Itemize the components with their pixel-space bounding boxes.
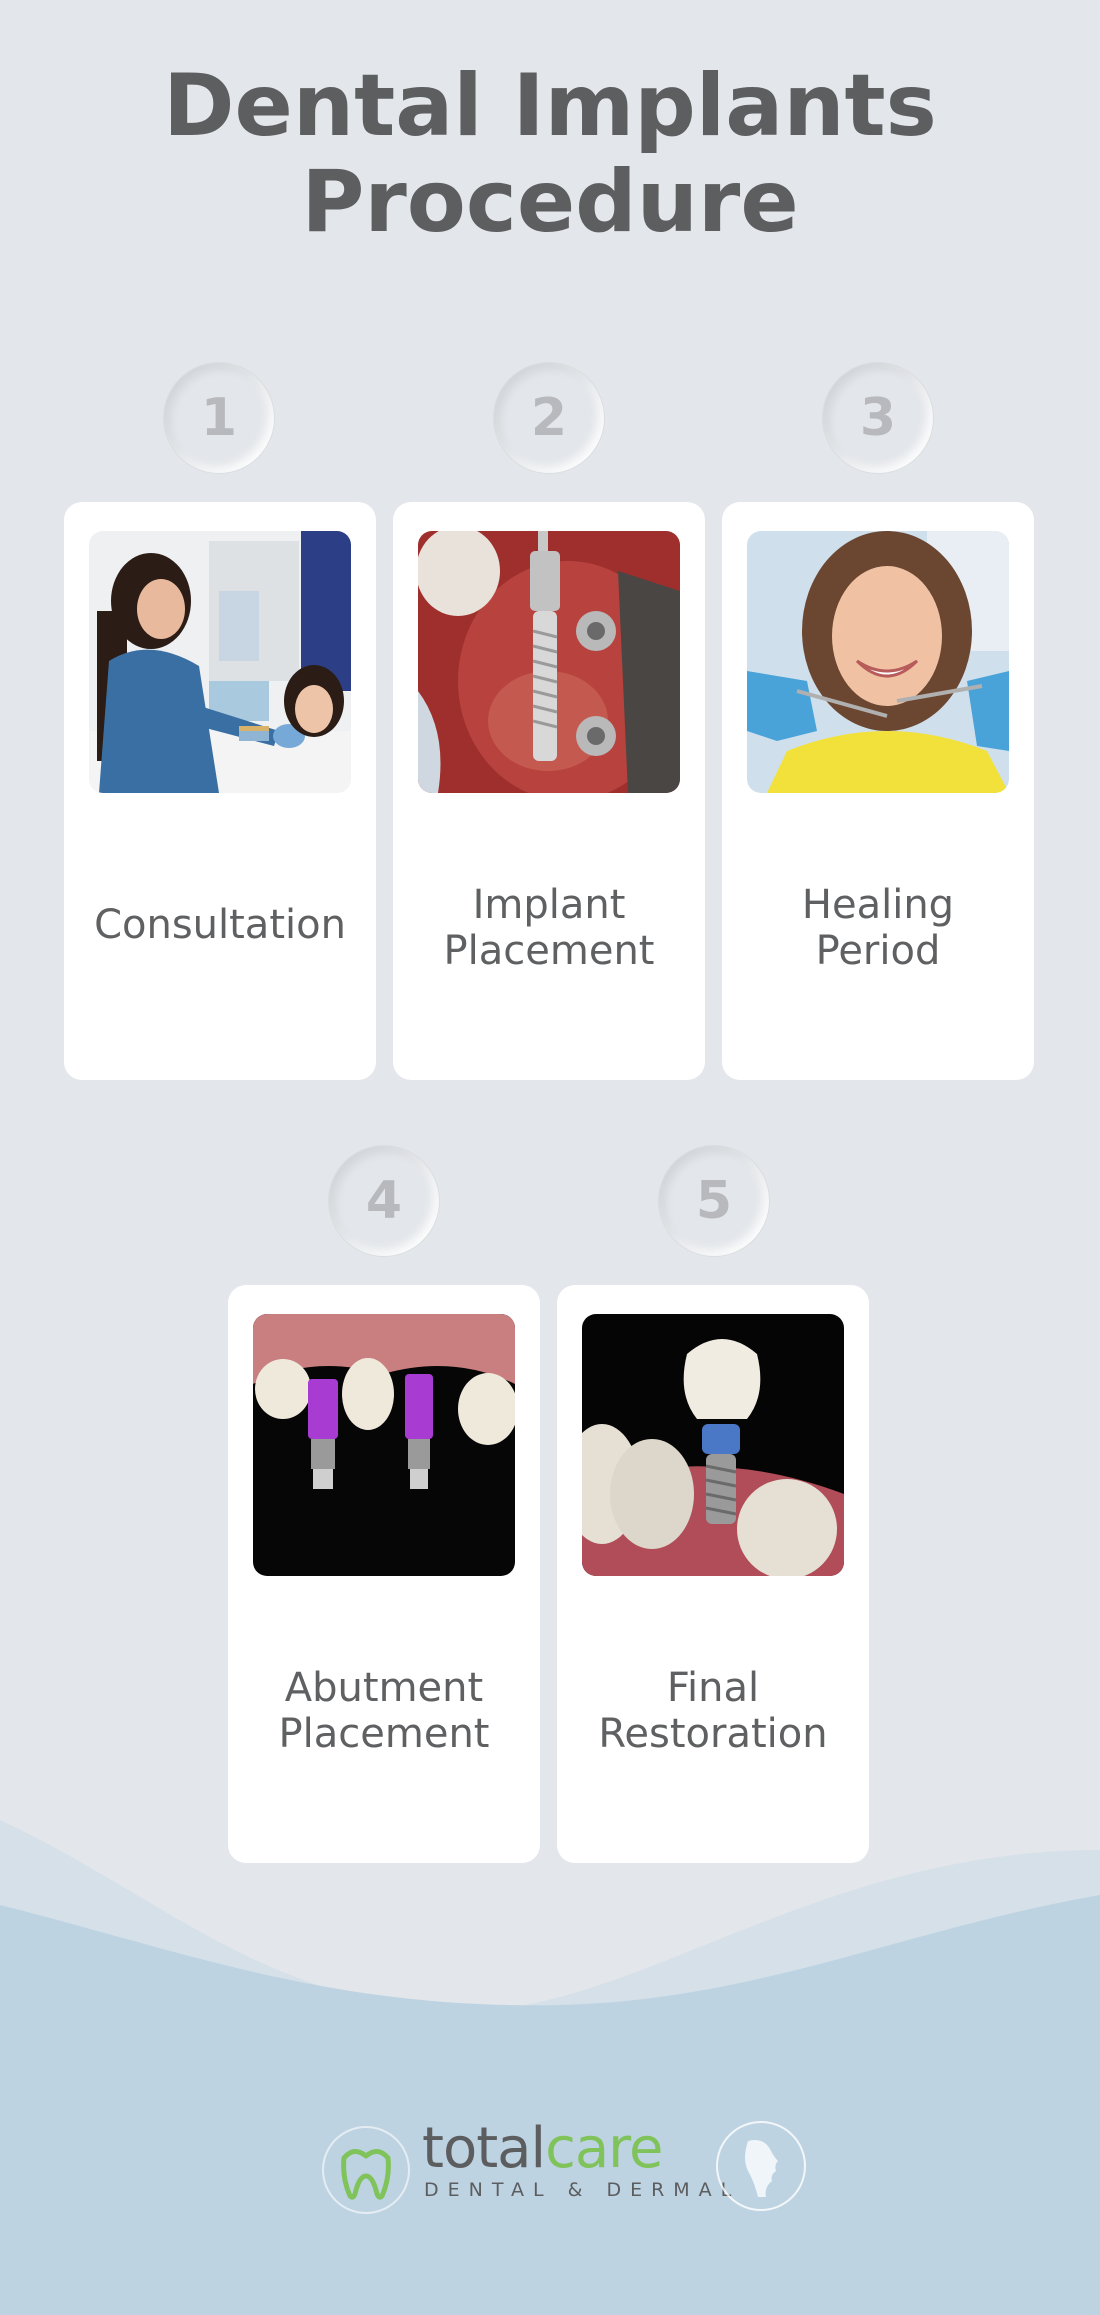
title-line-2: Procedure: [301, 152, 799, 252]
step-number-1: 1: [164, 363, 274, 473]
title-line-1: Dental Implants: [163, 56, 937, 156]
background-waves: [0, 1820, 1100, 2315]
brand-logo: totalcare DENTAL & DERMAL: [318, 2115, 808, 2215]
step-number-3: 3: [823, 363, 933, 473]
step-card-healing-period: Healing Period: [722, 502, 1034, 1080]
step-card-implant-placement: Implant Placement: [393, 502, 705, 1080]
abutments-on-implants-photo: [253, 1314, 515, 1576]
brand-name: totalcare: [422, 2116, 663, 2181]
step-number-2: 2: [494, 363, 604, 473]
page-title: Dental Implants Procedure: [0, 58, 1100, 250]
step-card-consultation: Consultation: [64, 502, 376, 1080]
smiling-patient-photo: [747, 531, 1009, 793]
brand-tagline: DENTAL & DERMAL: [424, 2179, 741, 2201]
step-label-final-restoration: Final Restoration: [598, 1665, 828, 1757]
tooth-icon: [322, 2126, 410, 2214]
crown-on-implant-render: [582, 1314, 844, 1576]
step-card-final-restoration: Final Restoration: [557, 1285, 869, 1863]
step-label-healing-period: Healing Period: [801, 882, 955, 974]
face-profile-icon: [716, 2121, 806, 2211]
dentist-consultation-photo: [89, 531, 351, 793]
step-label-abutment-placement: Abutment Placement: [278, 1665, 490, 1757]
implant-in-gum-photo: [418, 531, 680, 793]
step-number-4: 4: [329, 1146, 439, 1256]
step-label-consultation: Consultation: [94, 902, 346, 948]
step-card-abutment-placement: Abutment Placement: [228, 1285, 540, 1863]
step-label-implant-placement: Implant Placement: [443, 882, 655, 974]
step-number-5: 5: [659, 1146, 769, 1256]
